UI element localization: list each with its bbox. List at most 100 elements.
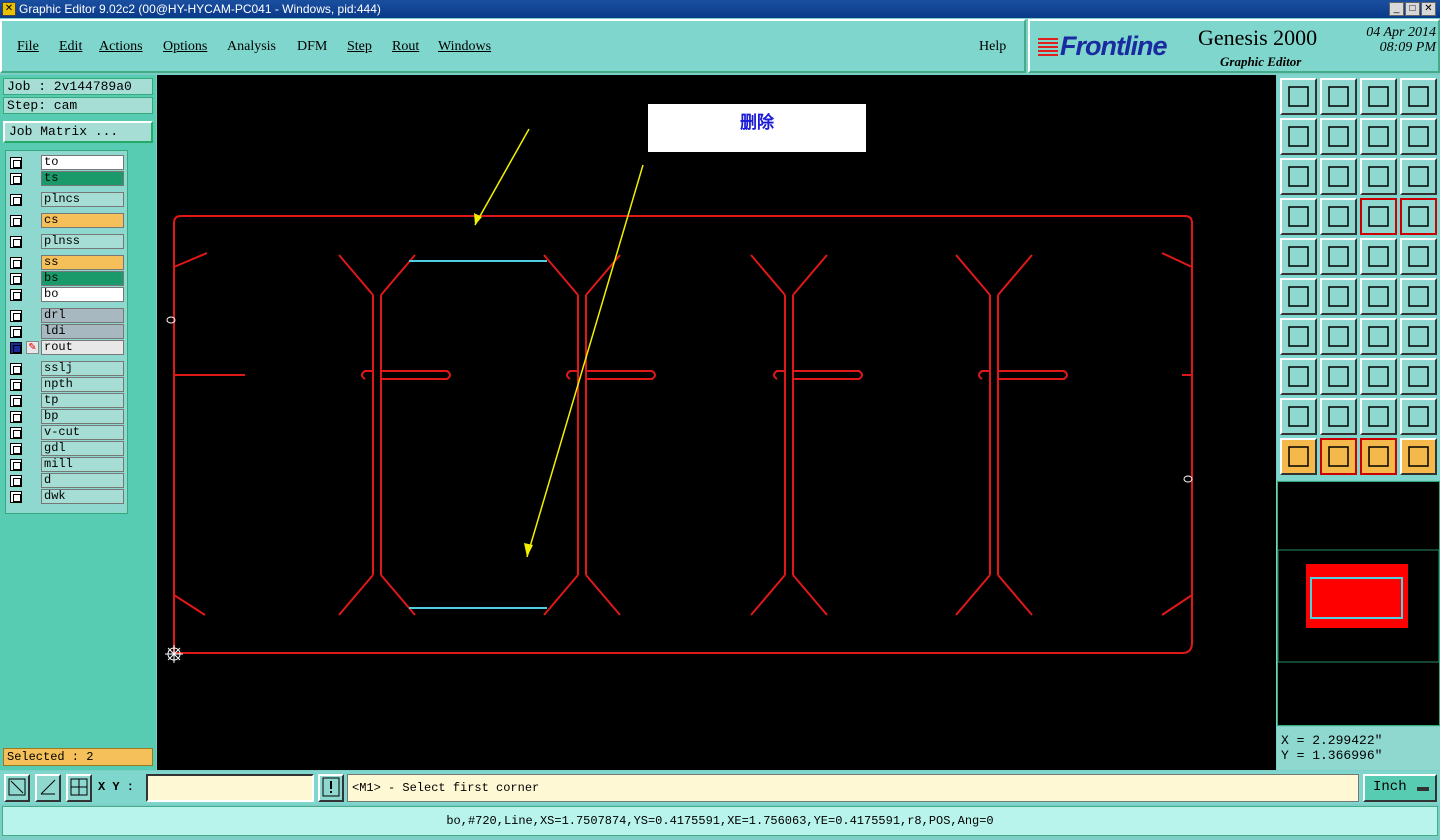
minimize-button[interactable]: _ [1389,2,1404,16]
maximize-button[interactable]: □ [1405,2,1420,16]
overview-map[interactable] [1277,481,1440,726]
menu-file[interactable]: File [17,39,39,55]
pointer-select-icon[interactable] [1360,438,1397,475]
layer-row-tp[interactable]: tp [6,393,129,409]
zoom-window-button[interactable] [4,774,30,802]
point-blue-icon[interactable] [1400,278,1437,315]
cross-icon[interactable] [1320,278,1357,315]
route-path-icon[interactable] [1400,438,1437,475]
triangle-b-icon[interactable] [1320,398,1357,435]
layer-checkbox[interactable] [10,173,22,185]
split-view-icon[interactable] [1400,78,1437,115]
layer-checkbox[interactable] [10,257,22,269]
layer-row-rout[interactable]: rout ✎ [6,340,129,356]
layer-checkbox[interactable] [10,427,22,439]
ruler-icon[interactable] [1360,238,1397,275]
layer-checkbox[interactable] [10,236,22,248]
blue-circles-icon[interactable] [1400,358,1437,395]
layer-row-npth[interactable]: npth [6,377,129,393]
layer-row-ldi[interactable]: ldi [6,324,129,340]
layer-checkbox[interactable] [10,215,22,227]
split-f-icon[interactable] [1400,318,1437,355]
layer-row-cs[interactable]: cs [6,213,129,229]
house-icon[interactable] [1360,78,1397,115]
menu-options[interactable]: Options [163,39,207,55]
menu-windows[interactable]: Windows [438,39,491,55]
triangle-c-icon[interactable] [1360,398,1397,435]
ratio-icon[interactable] [1360,158,1397,195]
layer-checkbox[interactable] [10,310,22,322]
xy-input[interactable] [146,774,314,802]
layer-row-dwk[interactable]: dwk [6,489,129,505]
line-slant-icon[interactable] [1320,318,1357,355]
fit-all-icon[interactable] [1320,158,1357,195]
measure-angle-button[interactable] [35,774,61,802]
layer-checkbox[interactable] [10,273,22,285]
layer-row-plnss[interactable]: plnss [6,234,129,250]
layer-checkbox[interactable] [10,326,22,338]
point-red-icon[interactable] [1360,278,1397,315]
layer-row-ts[interactable]: ts [6,171,129,187]
triangle-d-icon[interactable] [1400,398,1437,435]
layer-checkbox[interactable] [10,443,22,455]
layer-checkbox[interactable] [10,342,22,354]
grid-icon[interactable] [1320,198,1357,235]
tab-left-icon[interactable] [1280,118,1317,155]
menu-edit[interactable]: Edit [59,39,82,55]
layer-checkbox[interactable] [10,194,22,206]
tab-swap-icon[interactable] [1360,118,1397,155]
circle-fill-icon[interactable] [1400,238,1437,275]
s-shape-icon[interactable] [1400,118,1437,155]
layer-checkbox[interactable] [10,459,22,471]
arc-icon[interactable] [1360,318,1397,355]
close-button[interactable]: ✕ [1421,2,1436,16]
snap-grid-button[interactable] [66,774,92,802]
menu-rout[interactable]: Rout [392,39,419,55]
graphic-canvas[interactable]: 删除 [157,75,1276,770]
layer-row-drl[interactable]: drl [6,308,129,324]
layer-row-bp[interactable]: bp [6,409,129,425]
pointer-box-icon[interactable] [1320,438,1357,475]
join-icon[interactable] [1280,278,1317,315]
layer-checkbox[interactable] [10,491,22,503]
layer-row-bs[interactable]: bs [6,271,129,287]
angle-icon[interactable] [1280,318,1317,355]
layer-row-bo[interactable]: bo [6,287,129,303]
tools-icon[interactable] [1280,198,1317,235]
dimension-icon[interactable] [1360,358,1397,395]
alert-button[interactable] [318,774,344,802]
menu-analysis[interactable]: Analysis [227,39,276,55]
layer-checkbox[interactable] [10,475,22,487]
layer-row-to[interactable]: to [6,155,129,171]
layer-checkbox[interactable] [10,289,22,301]
layer-checkbox[interactable] [10,395,22,407]
layer-row-gdl[interactable]: gdl [6,441,129,457]
layer-ctrl-b-icon[interactable] [1400,198,1437,235]
triangle-a-icon[interactable] [1280,398,1317,435]
layer-checkbox[interactable] [10,363,22,375]
layer-checkbox[interactable] [10,157,22,169]
home-up-icon[interactable] [1280,78,1317,115]
units-select[interactable]: Inch [1363,774,1437,802]
features-icon[interactable] [1280,238,1317,275]
job-matrix-button[interactable]: Job Matrix ... [3,121,153,143]
shape-icon[interactable] [1320,238,1357,275]
help-query-icon[interactable] [1400,158,1437,195]
line-red-icon[interactable] [1320,358,1357,395]
layer-row-ss[interactable]: ss [6,255,129,271]
pad-red-icon[interactable] [1280,358,1317,395]
layer-row-d[interactable]: d [6,473,129,489]
layer-checkbox[interactable] [10,411,22,423]
menu-actions[interactable]: Actions [99,39,143,55]
menu-step[interactable]: Step [347,39,372,55]
menu-dfm[interactable]: DFM [297,39,327,55]
layer-row-sslj[interactable]: sslj [6,361,129,377]
home-down-icon[interactable] [1320,78,1357,115]
layer-row-mill[interactable]: mill [6,457,129,473]
menu-help[interactable]: Help [979,39,1006,55]
tab-right-icon[interactable] [1320,118,1357,155]
fit-vertical-icon[interactable] [1280,158,1317,195]
pointer-icon[interactable] [1280,438,1317,475]
layer-row-v-cut[interactable]: v-cut [6,425,129,441]
layer-checkbox[interactable] [10,379,22,391]
